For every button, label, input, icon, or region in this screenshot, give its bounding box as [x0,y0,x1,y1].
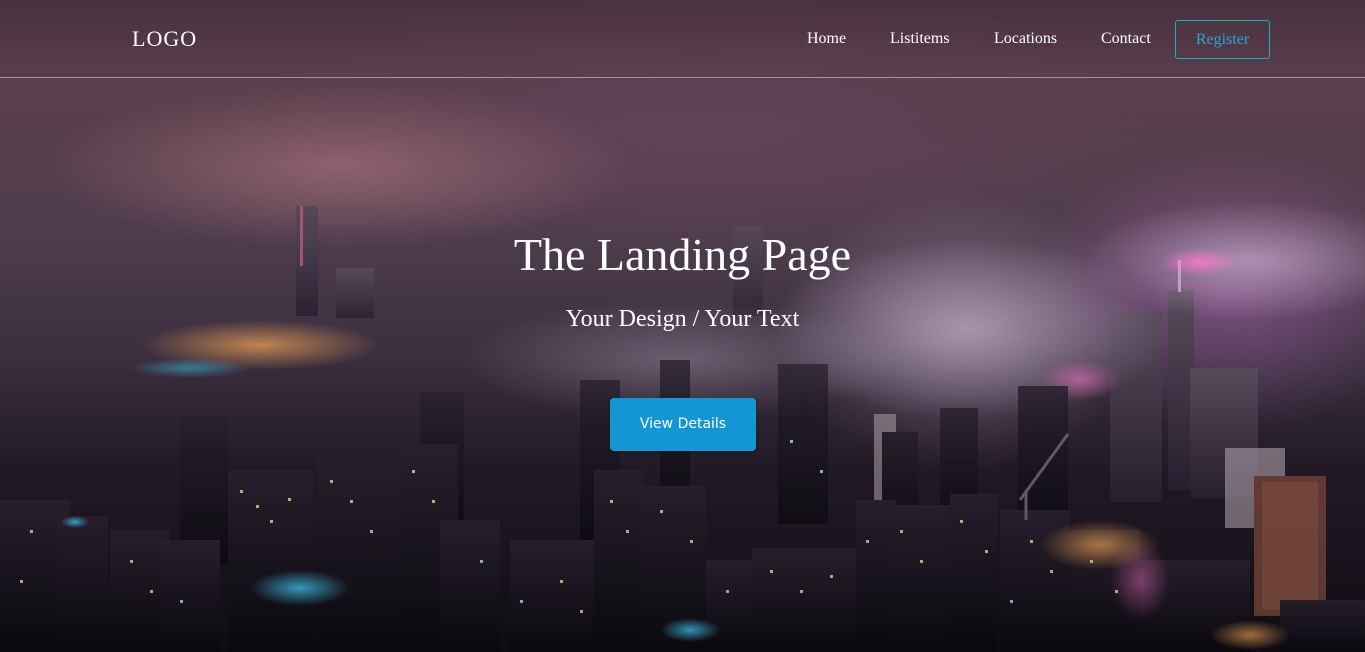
hero-title: The Landing Page [513,229,852,280]
nav-link-locations[interactable]: Locations [994,30,1057,48]
nav-link-listitems[interactable]: Listitems [890,30,950,48]
register-button[interactable]: Register [1175,20,1270,59]
nav-link-contact[interactable]: Contact [1101,30,1151,48]
landing-page: LOGO Home Listitems Locations Contact Re… [0,0,1365,652]
top-navigation-bar: LOGO Home Listitems Locations Contact Re… [0,0,1365,78]
nav-link-home[interactable]: Home [807,30,846,48]
hero-subtitle: Your Design / Your Text [565,306,800,332]
logo[interactable]: LOGO [132,26,197,52]
view-details-button[interactable]: View Details [610,398,756,451]
